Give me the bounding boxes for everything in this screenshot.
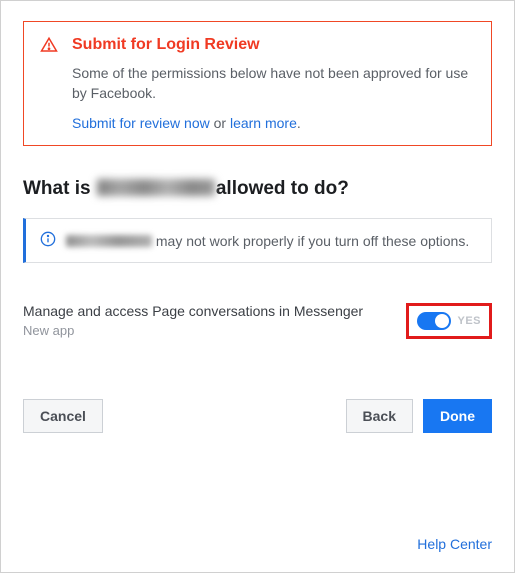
toggle-highlight: YES <box>406 303 492 339</box>
permission-text: Manage and access Page conversations in … <box>23 303 363 338</box>
help-center-link[interactable]: Help Center <box>417 536 492 552</box>
cancel-button[interactable]: Cancel <box>23 399 103 433</box>
app-name-redacted <box>97 179 215 196</box>
learn-more-link[interactable]: learn more <box>230 115 297 131</box>
alert-sep: or <box>210 115 230 131</box>
footer: Help Center <box>417 536 492 552</box>
back-button[interactable]: Back <box>346 399 413 433</box>
alert-body: Some of the permissions below have not b… <box>72 64 475 103</box>
right-buttons: Back Done <box>346 399 492 433</box>
info-banner: may not work properly if you turn off th… <box>23 218 492 263</box>
permission-row: Manage and access Page conversations in … <box>23 303 492 339</box>
permission-toggle[interactable] <box>417 312 451 330</box>
app-name-redacted-small <box>66 235 152 247</box>
toggle-state-label: YES <box>457 315 481 327</box>
submit-review-link[interactable]: Submit for review now <box>72 115 210 131</box>
permissions-heading: What is allowed to do? <box>23 178 492 200</box>
heading-prefix: What is <box>23 178 96 199</box>
done-button[interactable]: Done <box>423 399 492 433</box>
dialog-buttons: Cancel Back Done <box>23 399 492 433</box>
alert-actions: Submit for review now or learn more. <box>72 115 475 131</box>
info-text: may not work properly if you turn off th… <box>156 233 469 249</box>
login-review-alert: Submit for Login Review Some of the perm… <box>23 21 492 146</box>
permission-title: Manage and access Page conversations in … <box>23 303 363 319</box>
permission-subtitle: New app <box>23 323 363 338</box>
warning-icon <box>40 36 58 57</box>
info-icon <box>40 231 56 250</box>
info-text-wrap: may not work properly if you turn off th… <box>66 233 469 249</box>
alert-period: . <box>297 115 301 131</box>
alert-title: Submit for Login Review <box>72 36 475 54</box>
heading-suffix: allowed to do? <box>216 178 349 199</box>
